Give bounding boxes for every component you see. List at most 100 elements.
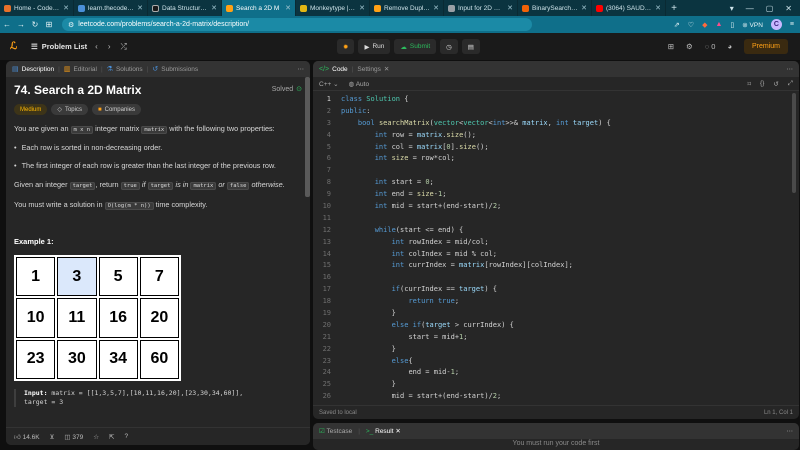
topics-button[interactable]: ◇ Topics: [51, 104, 88, 115]
share-icon[interactable]: ⇗: [674, 21, 680, 29]
description-scrollbar[interactable]: [305, 77, 310, 197]
browser-tab[interactable]: learn.thecodehelp.i✕: [74, 0, 148, 16]
prev-problem-icon[interactable]: ‹: [95, 42, 98, 52]
forward-icon[interactable]: →: [14, 20, 28, 29]
problem-title[interactable]: 74. Search a 2D Matrix: [14, 84, 141, 96]
browser-tab-active[interactable]: Search a 2D M ✕: [222, 0, 296, 16]
code-line[interactable]: 12 while(start <= end) {: [313, 224, 799, 236]
close-tab-icon[interactable]: ✕: [285, 4, 291, 12]
premium-button[interactable]: Premium: [743, 39, 788, 54]
code-line[interactable]: 16: [313, 271, 799, 283]
sidebar-icon[interactable]: ▯: [730, 21, 734, 29]
autocomplete-toggle[interactable]: ◍ Auto: [349, 80, 370, 88]
browser-tab[interactable]: Data Structures & A✕: [148, 0, 222, 16]
code-line[interactable]: 2 public:: [313, 105, 799, 117]
rewards-icon[interactable]: ▲: [715, 21, 722, 28]
code-line[interactable]: 10 int mid = start+(end-start)/2;: [313, 200, 799, 212]
shuffle-icon[interactable]: ⤮: [121, 42, 127, 52]
comments-button[interactable]: ◫ 379: [64, 433, 83, 441]
bookmark-icon[interactable]: ♡: [688, 21, 694, 29]
submit-button[interactable]: ☁ Submit: [394, 39, 437, 54]
minimize-icon[interactable]: —: [746, 4, 754, 13]
notes-button[interactable]: ▤: [461, 39, 480, 54]
code-line[interactable]: 17 if(currIndex == target) {: [313, 283, 799, 295]
code-line[interactable]: 1 class Solution {: [313, 93, 799, 105]
close-icon[interactable]: ✕: [384, 65, 389, 73]
user-avatar[interactable]: ◕: [727, 42, 732, 51]
grid-icon[interactable]: ⊞: [42, 20, 56, 29]
menu-icon[interactable]: ≡: [790, 21, 794, 28]
code-line[interactable]: 21 start = mid+1;: [313, 331, 799, 343]
close-tab-icon[interactable]: ✕: [63, 4, 69, 12]
browser-tab[interactable]: Home - CodeHelp✕: [0, 0, 74, 16]
code-line[interactable]: 23 else{: [313, 355, 799, 367]
tab-result[interactable]: >_ Result ✕: [366, 427, 401, 435]
code-line[interactable]: 19 }: [313, 307, 799, 319]
favorite-button[interactable]: ☆: [93, 433, 99, 441]
close-tab-icon[interactable]: ✕: [581, 4, 587, 12]
problem-list-button[interactable]: ☰ Problem List: [31, 42, 87, 51]
layout-icon[interactable]: ⊞: [668, 42, 674, 51]
reload-icon[interactable]: ↻: [28, 20, 42, 29]
code-line[interactable]: 5 int col = matrix[0].size();: [313, 141, 799, 153]
next-problem-icon[interactable]: ›: [108, 42, 111, 52]
more-options-icon[interactable]: ⋯: [787, 65, 800, 73]
new-tab-icon[interactable]: +: [666, 3, 682, 14]
browser-tab[interactable]: (3064) SAUDEBAZI✕: [592, 0, 666, 16]
code-line[interactable]: 20 else if(target > currIndex) {: [313, 319, 799, 331]
dislike-button[interactable]: ⊻: [50, 433, 55, 441]
code-line[interactable]: 3 bool searchMatrix(vector<vector<int>>&…: [313, 117, 799, 129]
tab-editorial[interactable]: ▥ Editorial: [64, 65, 97, 74]
code-line[interactable]: 11: [313, 212, 799, 224]
debug-button[interactable]: ✹: [337, 39, 355, 54]
code-line[interactable]: 15 int currIndex = matrix[rowIndex][colI…: [313, 259, 799, 271]
run-button[interactable]: ▶ Run: [358, 39, 391, 54]
timer-button[interactable]: ◷: [440, 39, 458, 54]
code-line[interactable]: 4 int row = matrix.size();: [313, 129, 799, 141]
reset-icon[interactable]: ↺: [773, 80, 778, 88]
tab-testcase[interactable]: ☑ Testcase: [319, 427, 352, 435]
code-line[interactable]: 7: [313, 164, 799, 176]
browser-tab[interactable]: Remove Duplicates✕: [370, 0, 444, 16]
tab-description[interactable]: ▤ Description: [12, 65, 54, 74]
close-icon[interactable]: ✕: [395, 428, 400, 435]
close-tab-icon[interactable]: ✕: [655, 4, 661, 12]
code-line[interactable]: 6 int size = row*col;: [313, 152, 799, 164]
vpn-button[interactable]: ⊚ VPN: [742, 21, 763, 29]
like-button[interactable]: 👍︎ 14.6K: [14, 433, 40, 441]
more-options-icon[interactable]: ⋯: [787, 427, 800, 435]
code-line[interactable]: 8 int start = 0;: [313, 176, 799, 188]
tab-code[interactable]: </> Code: [319, 66, 348, 73]
code-line[interactable]: 25 }: [313, 378, 799, 390]
close-tab-icon[interactable]: ✕: [507, 4, 513, 12]
browser-tab[interactable]: BinarySearch - Repl✕: [518, 0, 592, 16]
profile-avatar[interactable]: C: [770, 19, 782, 30]
streak-counter[interactable]: ◌ 0: [705, 42, 716, 51]
site-info-icon[interactable]: ⚙: [68, 21, 74, 29]
settings-icon[interactable]: ⚙: [686, 42, 693, 51]
leetcode-logo-icon[interactable]: ℒ: [10, 41, 21, 52]
browser-tab[interactable]: Monkeytype | A mi✕: [296, 0, 370, 16]
format-icon[interactable]: {}: [760, 80, 764, 88]
bookmark-icon[interactable]: ⌑: [748, 80, 751, 88]
share-button[interactable]: ⇱: [109, 433, 114, 441]
fullscreen-icon[interactable]: ⤢: [788, 80, 793, 88]
code-line[interactable]: 13 int rowIndex = mid/col;: [313, 236, 799, 248]
code-line[interactable]: 18 return true;: [313, 295, 799, 307]
tab-search-icon[interactable]: ▾: [730, 4, 734, 13]
code-line[interactable]: 24 end = mid-1;: [313, 366, 799, 378]
close-tab-icon[interactable]: ✕: [359, 4, 365, 12]
code-scrollbar[interactable]: [792, 93, 796, 193]
back-icon[interactable]: ←: [0, 20, 14, 29]
code-line[interactable]: 14 int colIndex = mid % col;: [313, 248, 799, 260]
companies-button[interactable]: ■ Companies: [91, 104, 141, 115]
close-tab-icon[interactable]: ✕: [433, 4, 439, 12]
brave-shield-icon[interactable]: ◆: [702, 21, 707, 29]
more-options-icon[interactable]: ⋯: [298, 65, 311, 73]
close-tab-icon[interactable]: ✕: [137, 4, 143, 12]
maximize-icon[interactable]: ▢: [766, 4, 774, 13]
tab-settings[interactable]: Settings ✕: [357, 65, 389, 74]
code-line[interactable]: 22 }: [313, 343, 799, 355]
help-button[interactable]: ?: [124, 433, 128, 440]
code-line[interactable]: 9 int end = size-1;: [313, 188, 799, 200]
